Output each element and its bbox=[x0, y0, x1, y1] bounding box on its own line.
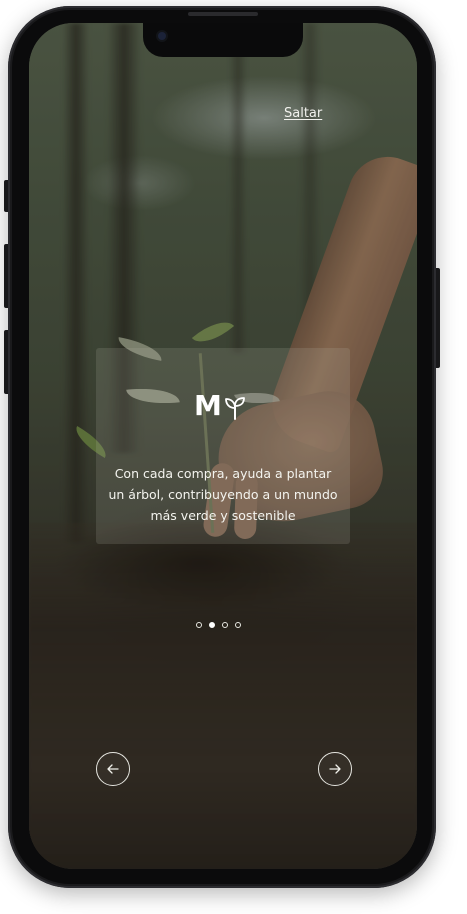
arrow-left-icon bbox=[107, 764, 119, 774]
arrow-right-icon bbox=[329, 764, 341, 774]
device-mockup: Saltar M Con cada compra, ayuda a planta… bbox=[0, 0, 467, 914]
front-camera bbox=[158, 32, 166, 40]
next-button[interactable] bbox=[318, 752, 352, 786]
onboarding-message: Con cada compra, ayuda a plantar un árbo… bbox=[108, 465, 338, 523]
pagination-dot-2-active[interactable] bbox=[209, 622, 215, 628]
brand-logo: M bbox=[194, 392, 246, 420]
pagination-dot-3[interactable] bbox=[222, 622, 228, 628]
notch bbox=[143, 23, 303, 57]
sprout-icon bbox=[224, 397, 245, 420]
logo-letter: M bbox=[194, 389, 222, 422]
pagination-dot-4[interactable] bbox=[235, 622, 241, 628]
pagination-dots bbox=[196, 622, 241, 628]
previous-button[interactable] bbox=[96, 752, 130, 786]
pagination-dot-1[interactable] bbox=[196, 622, 202, 628]
speaker-grille bbox=[188, 12, 258, 16]
skip-button[interactable]: Saltar bbox=[284, 106, 322, 121]
